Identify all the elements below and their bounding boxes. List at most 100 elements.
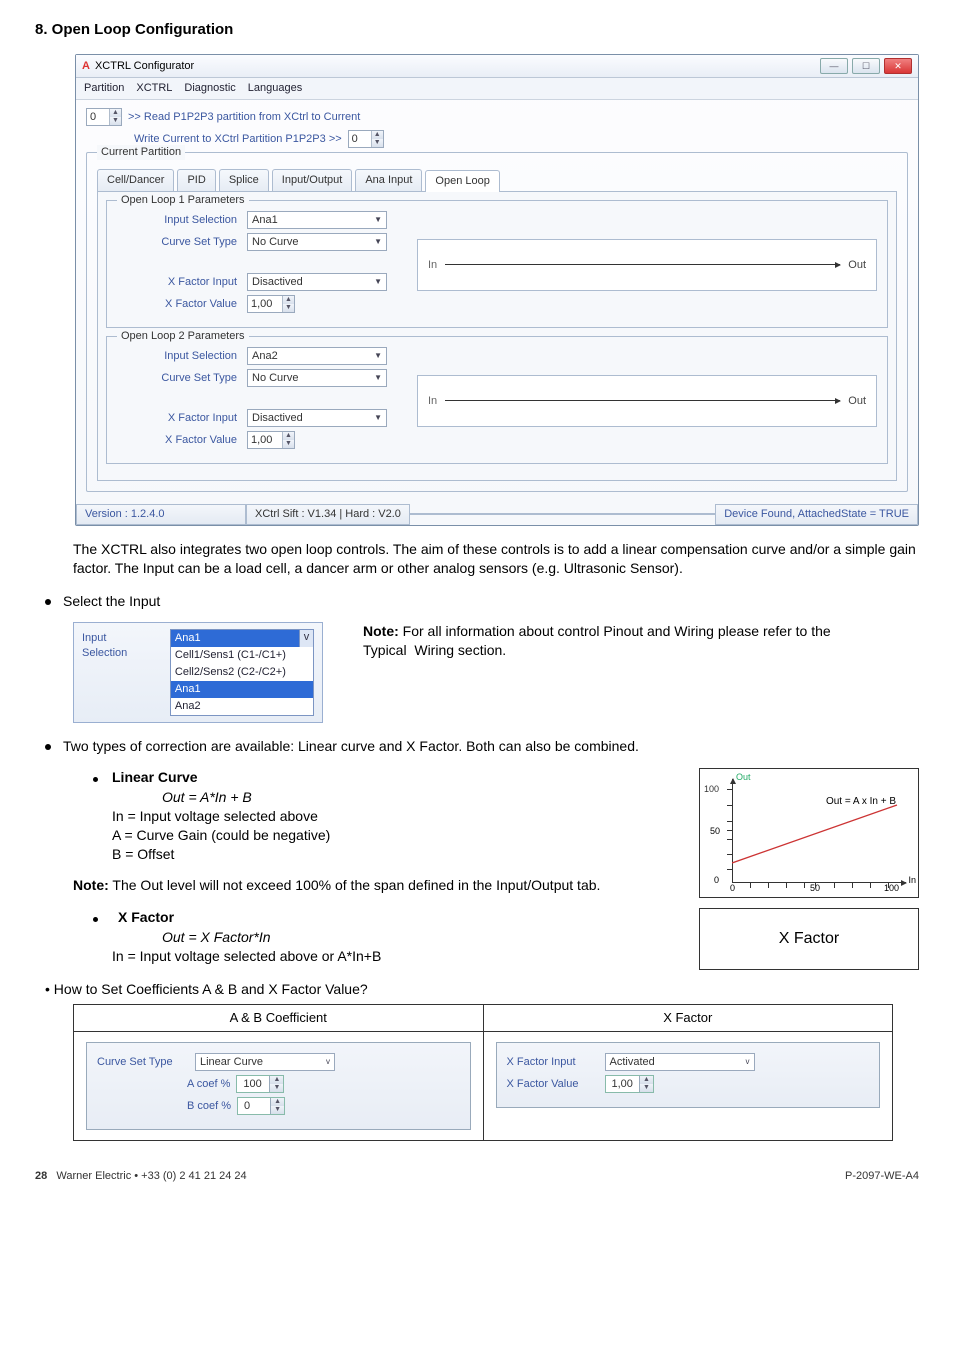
- tab-cell-dancer[interactable]: Cell/Dancer: [97, 169, 174, 191]
- option-ana2[interactable]: Ana2: [171, 698, 313, 715]
- option-cell2[interactable]: Cell2/Sens2 (C2-/C2+): [171, 664, 313, 681]
- bcoef-spinner[interactable]: 0▲▼: [237, 1097, 285, 1115]
- input-selection-list[interactable]: Ana1 v Cell1/Sens1 (C1-/C1+) Cell2/Sens2 …: [170, 629, 314, 715]
- xfactor-title: X Factor: [118, 908, 381, 927]
- configurator-window: A XCTRL Configurator — ☐ ✕ Partition XCT…: [75, 54, 919, 526]
- chevron-down-icon: v: [299, 630, 313, 647]
- bullet-select-input: Select the Input: [63, 592, 160, 611]
- menubar: Partition XCTRL Diagnostic Languages: [76, 78, 918, 100]
- chevron-down-icon: ▼: [374, 215, 382, 226]
- curve-set-type-combo[interactable]: Linear Curvev: [195, 1053, 335, 1071]
- xfv-label: X Factor Value: [507, 1077, 597, 1092]
- bullet-icon: [93, 777, 98, 782]
- note-out-level: Note: The Out level will not exceed 100%…: [73, 876, 659, 895]
- menu-partition[interactable]: Partition: [84, 81, 124, 96]
- loop2-curve-value: No Curve: [252, 371, 298, 386]
- page-footer: 28 Warner Electric • +33 (0) 2 41 21 24 …: [35, 1169, 919, 1184]
- bullet-two-types: Two types of correction are available: L…: [63, 737, 639, 756]
- maximize-button[interactable]: ☐: [852, 58, 880, 74]
- menu-languages[interactable]: Languages: [248, 81, 302, 96]
- chevron-down-icon: ▼: [374, 277, 382, 288]
- loop1-curve-value: No Curve: [252, 235, 298, 250]
- curve-set-type-value: Linear Curve: [200, 1055, 263, 1070]
- current-partition-group: Current Partition Cell/Dancer PID Splice…: [86, 152, 908, 492]
- loop2-curve-combo[interactable]: No Curve ▼: [247, 369, 387, 387]
- ytick-0: 0: [714, 874, 719, 886]
- xfactor-in-def: In = Input voltage selected above or A*I…: [112, 947, 381, 966]
- loop1-xfv-value: 1,00: [248, 297, 282, 312]
- loop2-xfv-spinner[interactable]: 1,00▲▼: [247, 431, 295, 449]
- loop2-xfi-label: X Factor Input: [117, 411, 237, 426]
- th-ab: A & B Coefficient: [74, 1005, 484, 1032]
- write-partition-spinner[interactable]: 0 ▲▼: [348, 130, 384, 148]
- minimize-button[interactable]: —: [820, 58, 848, 74]
- loop2-xfv-value: 1,00: [248, 433, 282, 448]
- loop2-curve-label: Curve Set Type: [117, 371, 237, 386]
- xfi-combo[interactable]: Activatedv: [605, 1053, 755, 1071]
- chevron-down-icon: ▼: [374, 373, 382, 384]
- tabs: Cell/Dancer PID Splice Input/Output Ana …: [97, 169, 897, 191]
- chevron-down-icon: ▼: [374, 237, 382, 248]
- loop2-chart: In Out: [417, 375, 877, 427]
- option-ana1[interactable]: Ana1: [171, 681, 313, 698]
- loop1-input-sel-combo[interactable]: Ana1▼: [247, 211, 387, 229]
- loop2-xfv-label: X Factor Value: [117, 433, 237, 448]
- footer-left: 28 Warner Electric • +33 (0) 2 41 21 24 …: [35, 1169, 247, 1184]
- acoef-spinner[interactable]: 100▲▼: [236, 1075, 284, 1093]
- coefficients-table: A & B Coefficient X Factor Curve Set Typ…: [73, 1004, 893, 1141]
- xfactor-panel: X Factor Input Activatedv X Factor Value…: [496, 1042, 881, 1108]
- linear-b-def: B = Offset: [112, 845, 330, 864]
- loop2-title: Open Loop 2 Parameters: [117, 329, 249, 344]
- tab-io[interactable]: Input/Output: [272, 169, 353, 191]
- tab-pid[interactable]: PID: [177, 169, 215, 191]
- ytick-50: 50: [710, 825, 720, 837]
- loop2-input-sel-value: Ana2: [252, 349, 278, 364]
- menu-diagnostic[interactable]: Diagnostic: [184, 81, 235, 96]
- tab-splice[interactable]: Splice: [219, 169, 269, 191]
- linear-a-def: A = Curve Gain (could be negative): [112, 826, 330, 845]
- linear-curve-chart: Out 100 50 0 0 50 100 In Out = A x In + …: [699, 768, 919, 898]
- xfv-spinner[interactable]: 1,00▲▼: [605, 1075, 654, 1093]
- loop2-xfi-combo[interactable]: Disactived▼: [247, 409, 387, 427]
- paragraph-intro: The XCTRL also integrates two open loop …: [73, 540, 919, 578]
- chevron-down-icon: ▼: [374, 351, 382, 362]
- loop1-xfv-spinner[interactable]: 1,00▲▼: [247, 295, 295, 313]
- statusbar: Version : 1.2.4.0 XCtrl Sift : V1.34 | H…: [76, 504, 918, 525]
- window-title: XCTRL Configurator: [95, 59, 194, 74]
- chart-xlabel: In: [908, 874, 916, 886]
- option-cell1[interactable]: Cell1/Sens1 (C1-/C1+): [171, 647, 313, 664]
- ytick-100: 100: [704, 783, 719, 795]
- loop1-xfv-label: X Factor Value: [117, 297, 237, 312]
- tab-ana-input[interactable]: Ana Input: [355, 169, 422, 191]
- section-heading: 8. Open Loop Configuration: [35, 20, 919, 40]
- loop2-out-label: Out: [848, 394, 866, 409]
- note-wiring: Note: For all information about control …: [363, 622, 919, 660]
- loop1-xfi-combo[interactable]: Disactived▼: [247, 273, 387, 291]
- loop1-curve-combo[interactable]: No Curve ▼: [247, 233, 387, 251]
- loop2-input-sel-combo[interactable]: Ana2 ▼: [247, 347, 387, 365]
- curve-set-type-label: Curve Set Type: [97, 1055, 187, 1070]
- tab-open-loop[interactable]: Open Loop: [425, 170, 499, 192]
- loop2-in-label: In: [428, 394, 437, 409]
- acoef-value: 100: [237, 1076, 269, 1092]
- linear-curve-title: Linear Curve: [112, 768, 330, 787]
- bcoef-value: 0: [238, 1098, 270, 1114]
- status-middle: XCtrl Sift : V1.34 | Hard : V2.0: [246, 504, 410, 525]
- loop2-xfi-value: Disactived: [252, 411, 303, 426]
- close-button[interactable]: ✕: [884, 58, 912, 74]
- bullet-icon: [45, 599, 51, 605]
- status-device: Device Found, AttachedState = TRUE: [715, 504, 918, 525]
- bcoef-label: B coef %: [187, 1099, 231, 1114]
- loop1-title: Open Loop 1 Parameters: [117, 193, 249, 208]
- read-partition-spinner[interactable]: 0 ▲▼: [86, 108, 122, 126]
- loop1-xfi-label: X Factor Input: [117, 275, 237, 290]
- footer-right: P-2097-WE-A4: [845, 1169, 919, 1184]
- tab-pane: Open Loop 1 Parameters Input Selection A…: [97, 191, 897, 481]
- read-partition-button[interactable]: >> Read P1P2P3 partition from XCtrl to C…: [128, 110, 360, 125]
- menu-xctrl[interactable]: XCTRL: [136, 81, 172, 96]
- xfactor-box: X Factor: [699, 908, 919, 970]
- linear-in-def: In = Input voltage selected above: [112, 807, 330, 826]
- chart-line: [732, 779, 908, 885]
- xfactor-equation: Out = X Factor*In: [162, 928, 381, 947]
- loop2-input-sel-label: Input Selection: [117, 349, 237, 364]
